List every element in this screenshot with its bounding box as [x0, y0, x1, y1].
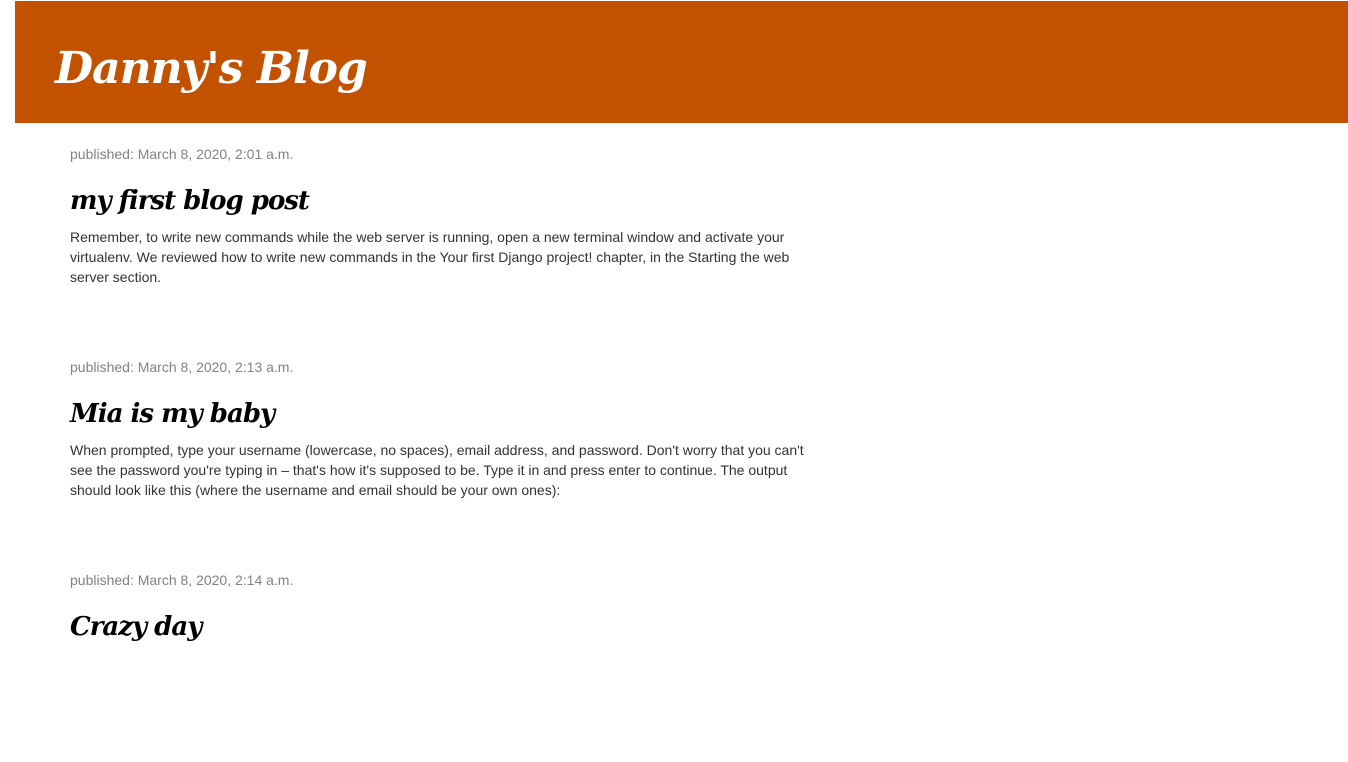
post-item: published: March 8, 2020, 2:13 a.m. Mia … [70, 336, 830, 549]
page-header: Danny's Blog [15, 1, 1348, 123]
post-text: Remember, to write new commands while th… [70, 229, 790, 285]
post-title-link[interactable]: Crazy day [70, 612, 202, 642]
post-title: Crazy day [70, 607, 202, 647]
post-title: Mia is my baby [70, 394, 275, 434]
post-date: published: March 8, 2020, 2:13 a.m. [70, 359, 294, 375]
post-date: published: March 8, 2020, 2:01 a.m. [70, 146, 294, 162]
post-title-link[interactable]: Mia is my baby [70, 399, 275, 429]
post-title: my first blog post [70, 181, 310, 221]
post-text: When prompted, type your username (lower… [70, 442, 804, 498]
post-list: published: March 8, 2020, 2:01 a.m. my f… [70, 123, 830, 762]
post-item: published: March 8, 2020, 2:14 a.m. Craz… [70, 549, 830, 762]
post-date: published: March 8, 2020, 2:14 a.m. [70, 572, 294, 588]
site-title-link[interactable]: Danny's Blog [55, 39, 368, 99]
post-title-link[interactable]: my first blog post [70, 186, 310, 216]
post-item: published: March 8, 2020, 2:01 a.m. my f… [70, 123, 830, 336]
